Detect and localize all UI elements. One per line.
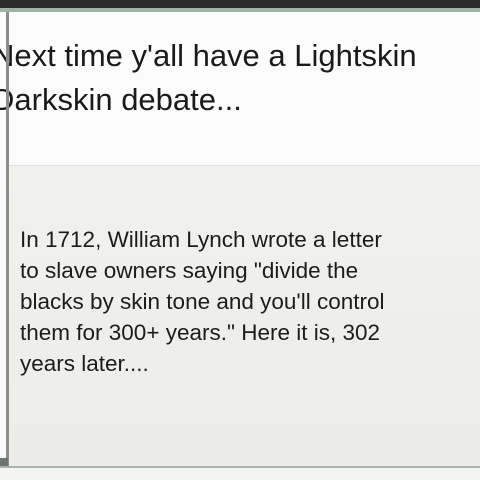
quote-line-2: to slave owners saying "divide the — [20, 258, 359, 283]
bottom-strip — [0, 468, 480, 480]
quote-line-3: blacks by skin tone and you'll control — [20, 289, 385, 314]
quote-line-5: years later.... — [20, 351, 149, 376]
meme-image: Next time y'all have a Lightskin Darkskin… — [0, 0, 480, 480]
headline-line-1: Next time y'all have a Lightskin — [0, 38, 417, 73]
headline-line-2: Darkskin debate... — [0, 82, 242, 117]
quote-line-1: In 1712, William Lynch wrote a letter — [20, 227, 382, 252]
top-border — [0, 0, 480, 8]
quote-card: In 1712, William Lynch wrote a letter to … — [9, 165, 480, 466]
headline-section: Next time y'all have a Lightskin Darkskin… — [0, 12, 480, 162]
quote-text: In 1712, William Lynch wrote a letter to … — [20, 224, 480, 379]
headline: Next time y'all have a Lightskin Darkskin… — [0, 34, 417, 122]
quote-line-4: them for 300+ years." Here it is, 302 — [20, 320, 381, 345]
